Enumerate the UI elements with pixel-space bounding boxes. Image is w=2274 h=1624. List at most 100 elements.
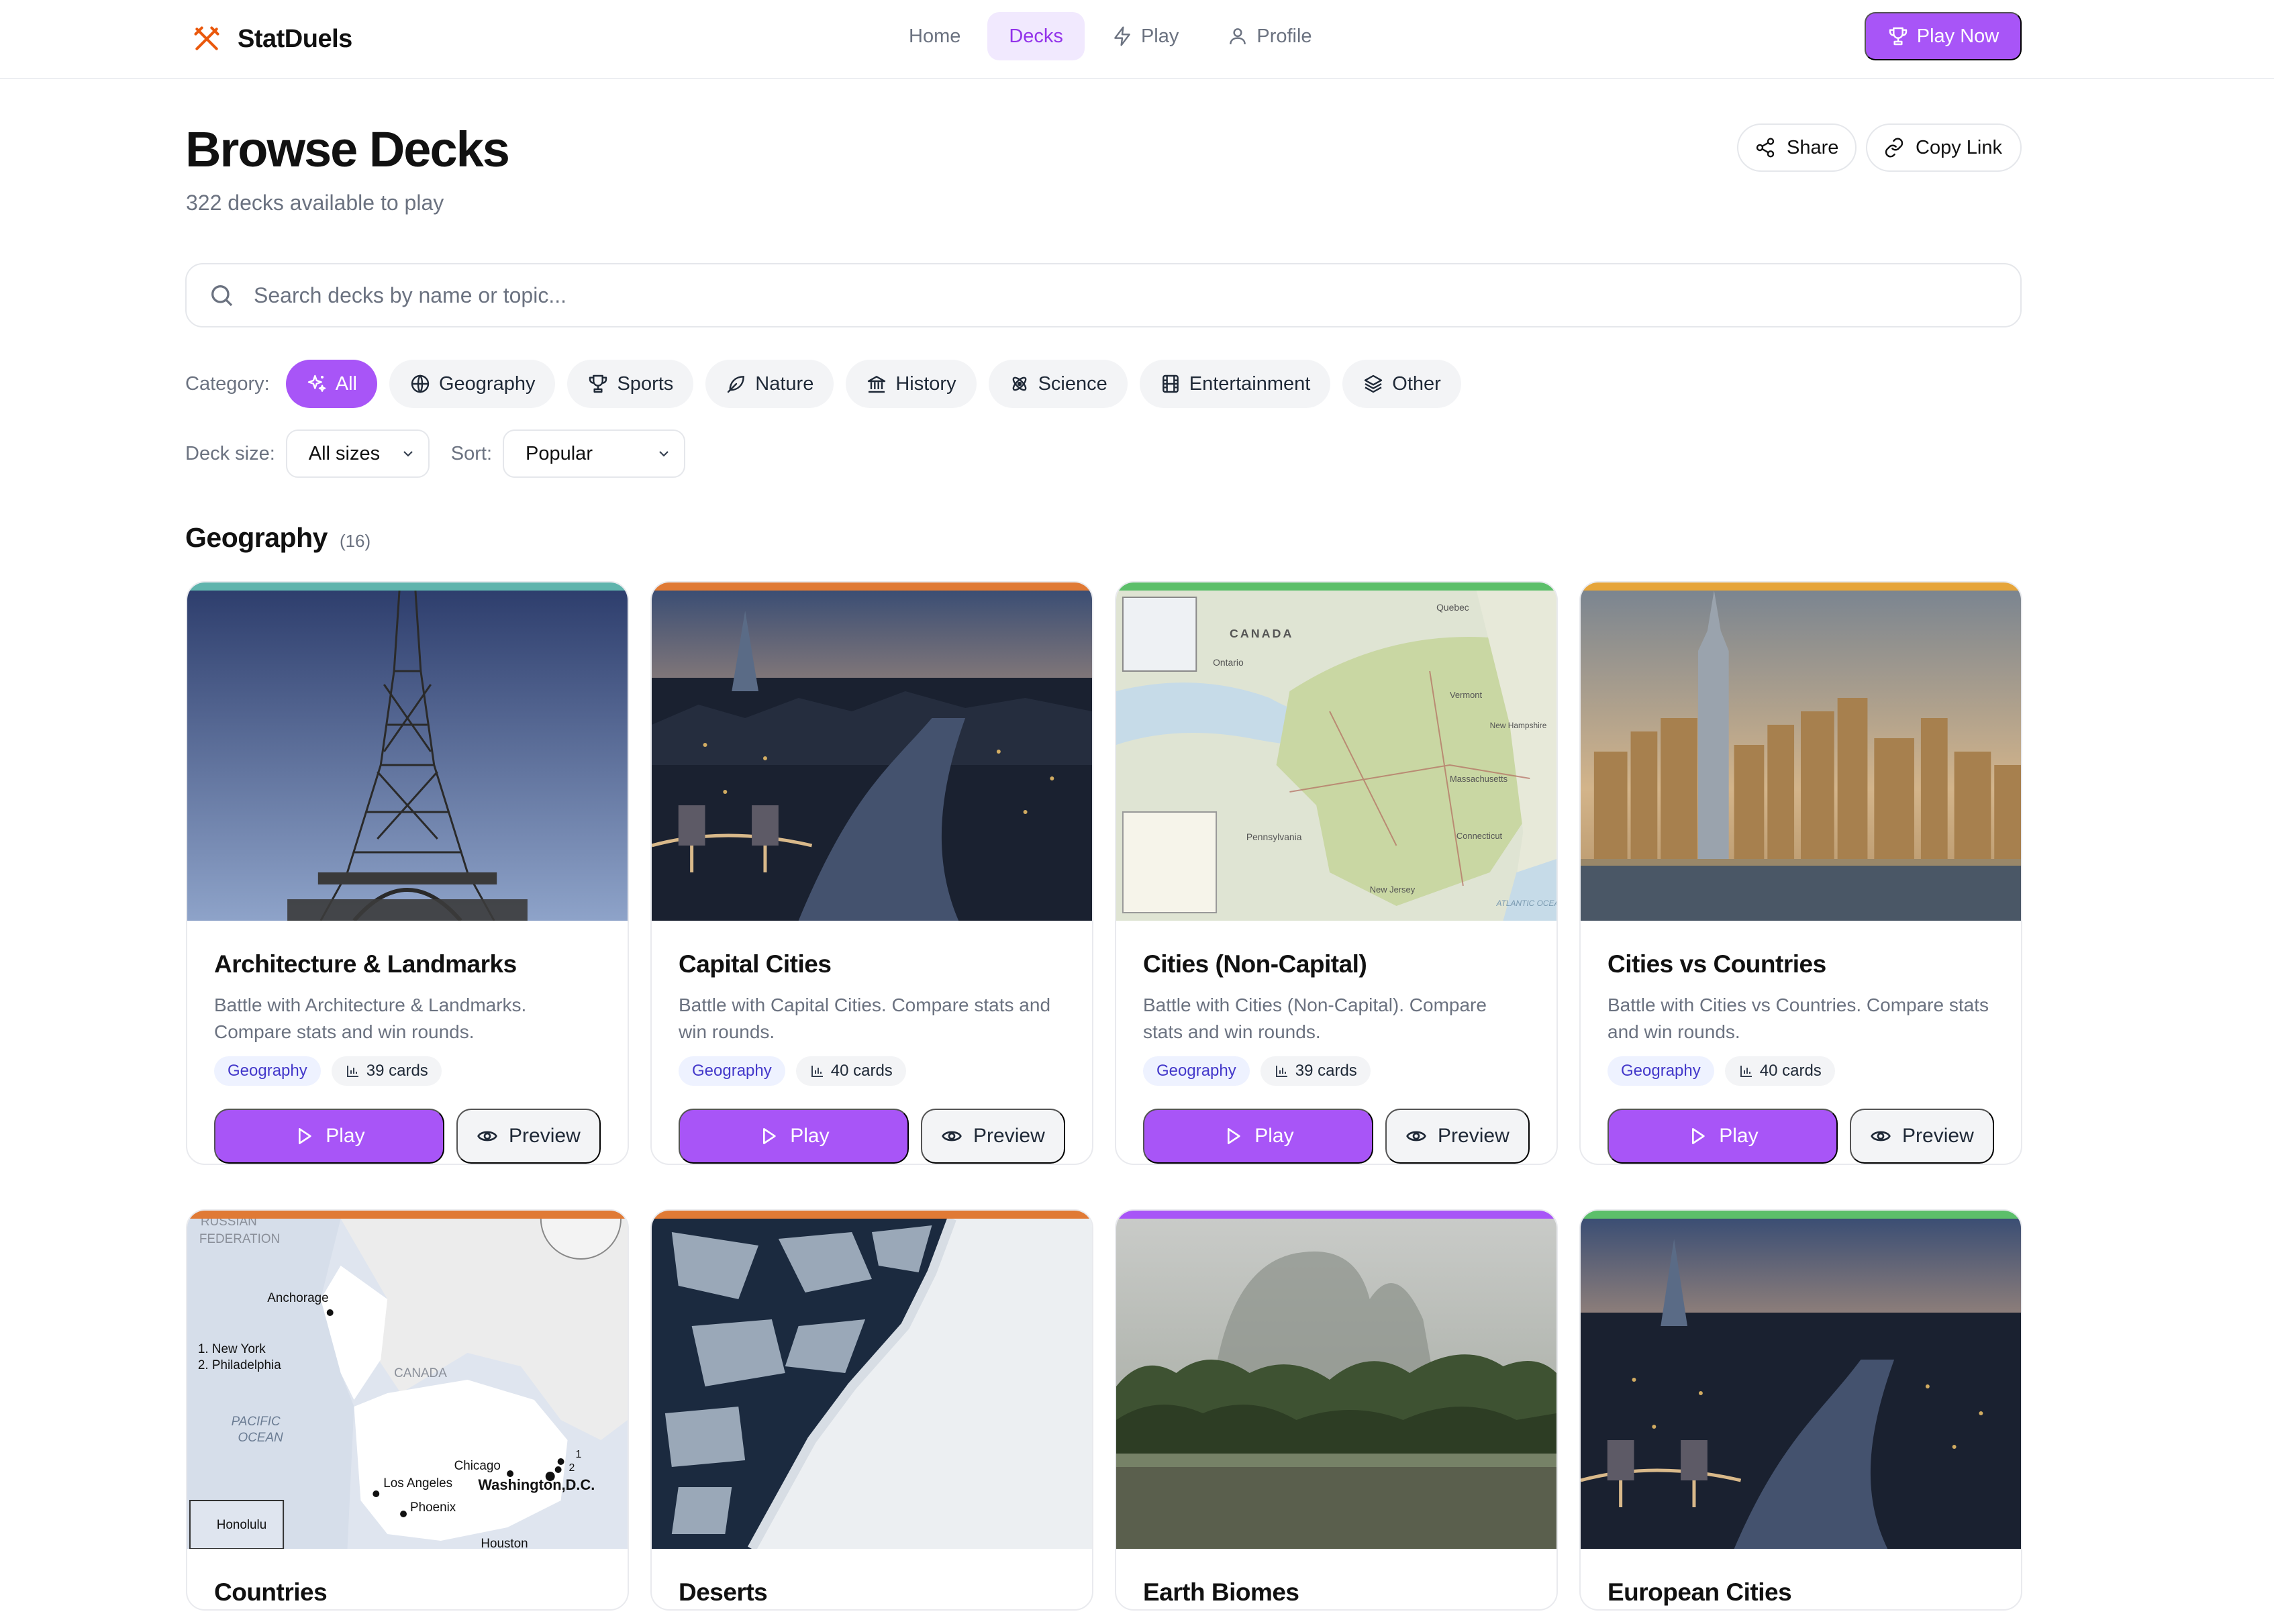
category-chip-sports[interactable]: Sports xyxy=(567,360,694,408)
page-title: Browse Decks xyxy=(185,121,510,177)
nav-home-link[interactable]: Home xyxy=(887,12,982,60)
map-label: RUSSIAN xyxy=(201,1219,257,1229)
map-label: Connecticut xyxy=(1456,831,1503,841)
bar-chart-icon xyxy=(811,1066,823,1077)
card-accent xyxy=(652,1211,1092,1219)
nav-decks-link[interactable]: Decks xyxy=(987,12,1085,60)
map-label: OCEAN xyxy=(238,1431,283,1445)
category-chip-entertainment[interactable]: Entertainment xyxy=(1139,360,1331,408)
preview-button[interactable]: Preview xyxy=(1849,1109,1994,1164)
copy-link-button[interactable]: Copy Link xyxy=(1866,123,2022,172)
london-skyline-image xyxy=(1581,1219,2021,1549)
category-badge: Geography xyxy=(214,1056,321,1086)
deck-card[interactable]: Deserts xyxy=(650,1209,1093,1611)
chip-label: History xyxy=(895,372,956,395)
deck-card[interactable]: CANADA Ontario Quebec Vermont New Hampsh… xyxy=(1115,581,1558,1165)
rainforest-image xyxy=(1116,1219,1556,1549)
deck-name: Architecture & Landmarks xyxy=(214,950,517,978)
map-label: New Jersey xyxy=(1370,884,1416,895)
nav-play-link[interactable]: Play xyxy=(1090,12,1200,60)
map-label: Los Angeles xyxy=(383,1476,452,1490)
deck-card[interactable]: RUSSIAN FEDERATION Anchorage 1. New York… xyxy=(186,1209,629,1611)
ice-shelf-image xyxy=(652,1219,1092,1549)
deck-thumbnail xyxy=(652,591,1092,921)
category-chip-geography[interactable]: Geography xyxy=(389,360,556,408)
link-icon xyxy=(1885,138,1904,158)
play-icon xyxy=(1692,1128,1705,1144)
map-label: 2 xyxy=(569,1462,575,1474)
category-chip-history[interactable]: History xyxy=(846,360,977,408)
map-label: 2. Philadelphia xyxy=(198,1358,281,1372)
bar-chart-icon xyxy=(1740,1066,1752,1077)
sort-select[interactable]: Popular xyxy=(503,429,686,478)
category-chip-other[interactable]: Other xyxy=(1342,360,1461,408)
category-chip-nature[interactable]: Nature xyxy=(705,360,834,408)
play-button[interactable]: Play xyxy=(1608,1109,1838,1164)
deck-thumbnail xyxy=(1581,1219,2021,1549)
deck-size-value: All sizes xyxy=(308,442,381,464)
card-accent xyxy=(187,1211,628,1219)
play-button[interactable]: Play xyxy=(1143,1109,1373,1164)
deck-card[interactable]: Architecture & Landmarks Battle with Arc… xyxy=(186,581,629,1165)
share-label: Share xyxy=(1787,136,1839,158)
play-now-button[interactable]: Play Now xyxy=(1865,12,2022,60)
brand-name: StatDuels xyxy=(238,24,352,53)
deck-size-select[interactable]: All sizes xyxy=(285,429,430,478)
eye-icon xyxy=(942,1131,962,1141)
nav-home-label: Home xyxy=(909,25,961,47)
preview-button[interactable]: Preview xyxy=(920,1109,1065,1164)
chip-label: Geography xyxy=(438,372,536,395)
share-button[interactable]: Share xyxy=(1737,123,1857,172)
map-label: 1 xyxy=(575,1449,581,1460)
filter-row: Deck size: All sizes Sort: Popular xyxy=(185,429,707,478)
search-input[interactable] xyxy=(254,283,1932,308)
deck-description: Battle with Cities (Non-Capital). Compar… xyxy=(1143,995,1487,1042)
london-skyline-image xyxy=(652,591,1092,921)
card-accent xyxy=(187,582,628,591)
deck-card[interactable]: Earth Biomes xyxy=(1115,1209,1558,1611)
deck-card[interactable]: Capital Cities Battle with Capital Citie… xyxy=(650,581,1093,1165)
eye-icon xyxy=(1406,1131,1426,1141)
section-title: Geography xyxy=(185,522,328,553)
play-now-label: Play Now xyxy=(1916,25,1999,47)
category-filter: Category: All Geography Sports Nature Hi… xyxy=(185,360,1473,408)
deck-thumbnail xyxy=(1581,591,2021,921)
section-header: Geography (16) xyxy=(185,522,370,554)
preview-button[interactable]: Preview xyxy=(1385,1109,1530,1164)
map-label: Honolulu xyxy=(217,1518,267,1532)
user-icon xyxy=(1230,28,1246,45)
deck-name: Cities (Non-Capital) xyxy=(1143,950,1367,978)
map-label: CANADA xyxy=(1230,627,1293,640)
card-accent xyxy=(1581,582,2021,591)
play-button[interactable]: Play xyxy=(679,1109,909,1164)
bar-chart-icon xyxy=(346,1066,358,1077)
category-chip-science[interactable]: Science xyxy=(988,360,1128,408)
eye-icon xyxy=(1871,1131,1891,1141)
preview-button[interactable]: Preview xyxy=(456,1109,601,1164)
search-icon xyxy=(211,285,233,307)
card-count-label: 40 cards xyxy=(830,1062,893,1080)
category-chip-all[interactable]: All xyxy=(285,360,377,408)
nav-links: Home Decks Play Profile xyxy=(887,12,1334,60)
card-count-label: 40 cards xyxy=(1759,1062,1822,1080)
deck-card[interactable]: Cities vs Countries Battle with Cities v… xyxy=(1579,581,2022,1165)
play-icon xyxy=(763,1128,776,1144)
nav-profile-label: Profile xyxy=(1256,25,1312,47)
chip-label: Nature xyxy=(755,372,814,395)
brand[interactable]: StatDuels xyxy=(192,20,352,58)
card-count-badge: 39 cards xyxy=(331,1056,442,1086)
globe-icon xyxy=(411,374,430,393)
deck-description: Battle with Cities vs Countries. Compare… xyxy=(1608,995,1989,1042)
card-count-label: 39 cards xyxy=(1295,1062,1357,1080)
deck-card[interactable]: European Cities xyxy=(1579,1209,2022,1611)
nav-decks-label: Decks xyxy=(1009,25,1063,47)
search-bar[interactable] xyxy=(185,263,2022,327)
map-label: Quebec xyxy=(1436,602,1469,613)
nav-profile-link[interactable]: Profile xyxy=(1205,12,1333,60)
leaf-icon xyxy=(728,376,745,393)
play-button[interactable]: Play xyxy=(214,1109,444,1164)
play-label: Play xyxy=(326,1125,365,1147)
map-label: ATLANTIC OCEAN xyxy=(1496,899,1556,908)
deck-name: Earth Biomes xyxy=(1143,1578,1299,1606)
card-accent xyxy=(1116,582,1556,591)
